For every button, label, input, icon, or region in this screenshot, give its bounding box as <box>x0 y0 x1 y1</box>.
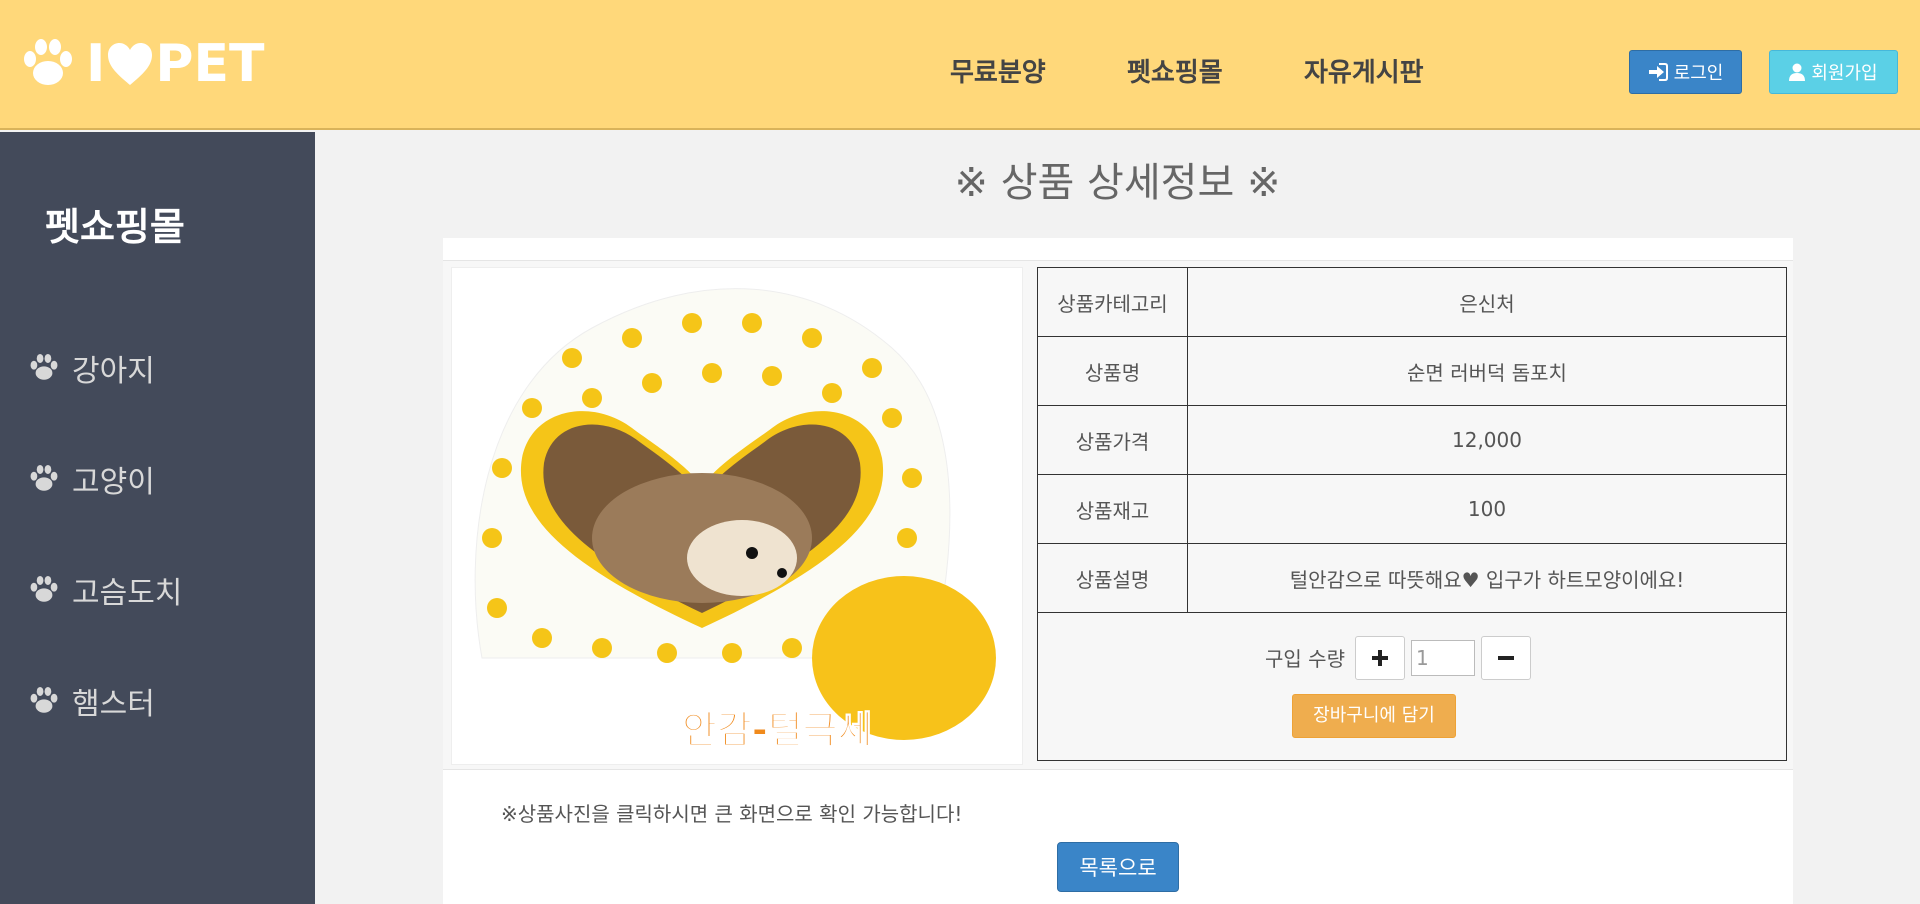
plus-icon <box>1371 649 1388 666</box>
sidebar-item-cat[interactable]: 고양이 <box>28 457 155 501</box>
login-label: 로그인 <box>1673 63 1724 84</box>
sidebar-item-label: 햄스터 <box>72 687 155 722</box>
site-logo[interactable]: I PET <box>20 34 264 94</box>
purchase-row: 구입 수량 1 장바구니에 담기 <box>1037 612 1787 761</box>
product-photo: 안감-털극세 <box>452 268 1022 764</box>
info-row-description: 상품설명 털안감으로 따뜻해요♥ 입구가 하트모양이에요! <box>1037 543 1787 613</box>
logo-letter-i: I <box>86 34 106 94</box>
info-label: 상품카테고리 <box>1037 267 1188 337</box>
product-detail-panel: 안감-털극세 상품카테고리 은신처 상품명 순면 러버덕 돔포치 상품가격 12… <box>443 238 1793 904</box>
image-click-note: ※상품사진을 클릭하시면 큰 화면으로 확인 가능합니다! <box>501 802 963 826</box>
sidebar-item-dog[interactable]: 강아지 <box>28 346 155 390</box>
info-label: 상품가격 <box>1037 405 1188 475</box>
info-label: 상품설명 <box>1037 543 1188 613</box>
quantity-increase-button[interactable] <box>1354 635 1405 680</box>
sidebar-item-hamster[interactable]: 햄스터 <box>28 679 155 723</box>
add-to-cart-button[interactable]: 장바구니에 담기 <box>1292 693 1456 738</box>
sidebar-title: 펫쇼핑몰 <box>45 205 185 249</box>
paw-icon <box>24 39 72 85</box>
product-image[interactable]: 안감-털극세 <box>451 267 1023 765</box>
minus-icon <box>1497 655 1514 660</box>
paw-icon <box>30 687 58 713</box>
sidebar-item-label: 고양이 <box>72 465 155 500</box>
nav-free-adoption[interactable]: 무료분양 <box>950 52 1046 89</box>
header: I PET 무료분양 펫쇼핑몰 자유게시판 로그인 회원가입 <box>0 0 1920 130</box>
user-icon <box>1789 63 1806 81</box>
paw-icon <box>30 354 58 380</box>
nav-pet-shopping-mall[interactable]: 펫쇼핑몰 <box>1127 52 1223 89</box>
heart-icon <box>108 43 153 85</box>
quantity-input[interactable]: 1 <box>1410 639 1475 676</box>
sidebar-item-label: 강아지 <box>72 354 155 389</box>
info-value-description: 털안감으로 따뜻해요♥ 입구가 하트모양이에요! <box>1187 543 1787 613</box>
sidebar: 펫쇼핑몰 강아지 고양이 고슴도치 햄스터 <box>0 132 315 904</box>
quantity-decrease-button[interactable] <box>1480 635 1531 680</box>
info-row-name: 상품명 순면 러버덕 돔포치 <box>1037 336 1787 406</box>
info-label: 상품명 <box>1037 336 1188 406</box>
paw-icon <box>30 465 58 491</box>
info-row-category: 상품카테고리 은신처 <box>1037 267 1787 337</box>
sidebar-item-hedgehog[interactable]: 고슴도치 <box>28 568 182 612</box>
product-info-table: 상품카테고리 은신처 상품명 순면 러버덕 돔포치 상품가격 12,000 상품… <box>1037 267 1787 761</box>
info-value-category: 은신처 <box>1187 267 1787 337</box>
back-to-list-button[interactable]: 목록으로 <box>1057 842 1179 892</box>
signup-label: 회원가입 <box>1811 63 1878 84</box>
sidebar-item-label: 고슴도치 <box>72 576 183 611</box>
product-image-caption: 안감-털극세 <box>682 708 873 752</box>
quantity-label: 구입 수량 <box>1265 647 1345 671</box>
logo-text: I PET <box>86 34 264 94</box>
info-value-name: 순면 러버덕 돔포치 <box>1187 336 1787 406</box>
paw-icon <box>30 576 58 602</box>
purchase-cell: 구입 수량 1 장바구니에 담기 <box>1037 612 1787 761</box>
info-row-price: 상품가격 12,000 <box>1037 405 1787 475</box>
login-icon <box>1648 63 1668 81</box>
quantity-stepper: 구입 수량 1 <box>1010 635 1786 680</box>
info-value-price: 12,000 <box>1187 405 1787 475</box>
info-label: 상품재고 <box>1037 474 1188 544</box>
nav-free-board[interactable]: 자유게시판 <box>1304 52 1424 89</box>
logo-letters-pet: PET <box>155 34 265 94</box>
login-button[interactable]: 로그인 <box>1629 50 1742 94</box>
info-row-stock: 상품재고 100 <box>1037 474 1787 544</box>
signup-button[interactable]: 회원가입 <box>1769 50 1898 94</box>
product-detail-body: 안감-털극세 상품카테고리 은신처 상품명 순면 러버덕 돔포치 상품가격 12… <box>443 260 1793 770</box>
page-title: ※ 상품 상세정보 ※ <box>954 160 1281 206</box>
info-value-stock: 100 <box>1187 474 1787 544</box>
